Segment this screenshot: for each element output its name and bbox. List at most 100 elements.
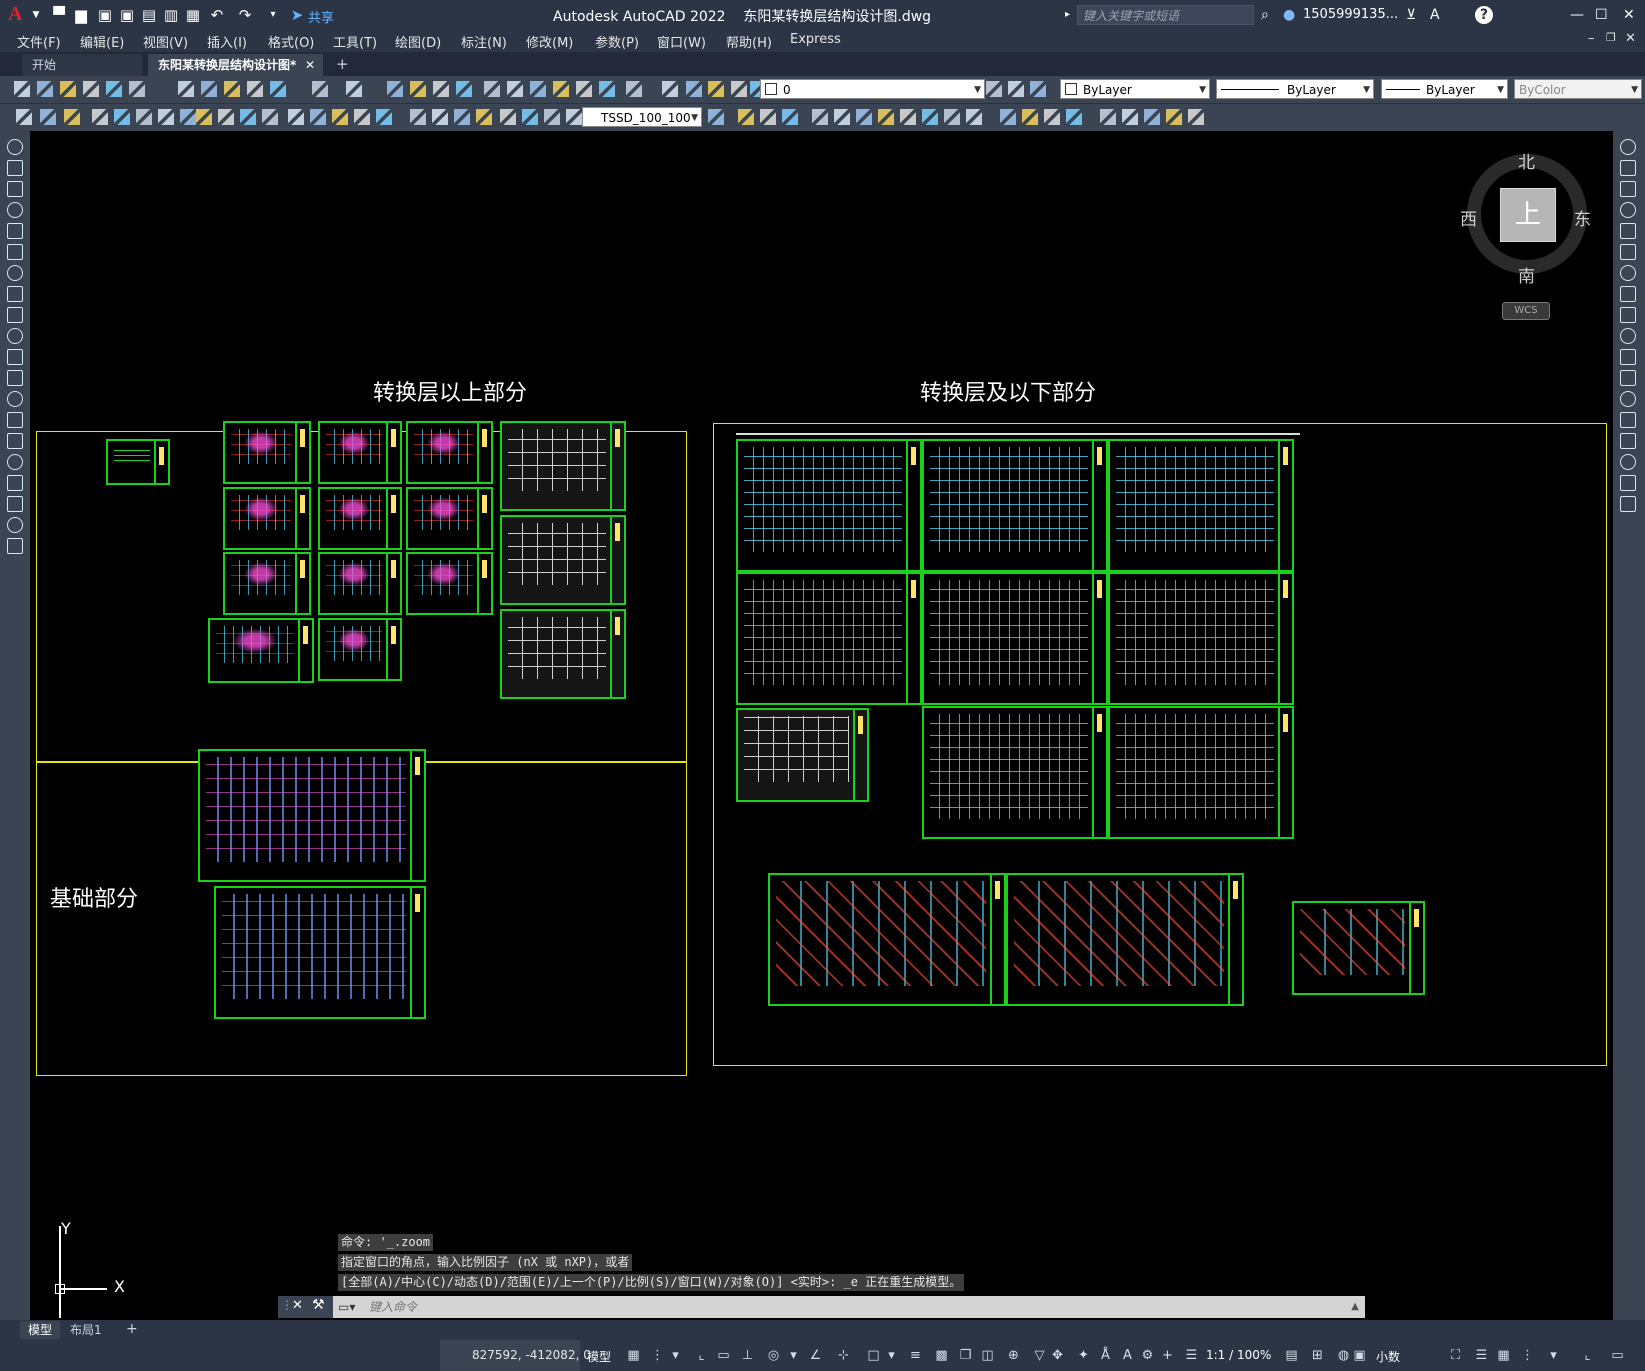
print-icon[interactable] [662, 81, 678, 97]
snap-icon[interactable]: ⋮ [1520, 1348, 1535, 1363]
save-icon[interactable]: ▣ [96, 5, 114, 25]
color-combo[interactable]: ByLayer ▼ [1060, 79, 1210, 99]
radius-icon[interactable] [922, 109, 938, 125]
selection-filter-icon[interactable]: ▽ [1032, 1348, 1047, 1363]
scale-icon[interactable] [1620, 286, 1636, 302]
snap-icon[interactable]: ⋮ [650, 1348, 665, 1363]
zoom-icon[interactable] [387, 81, 403, 97]
erase-icon[interactable] [1620, 496, 1636, 512]
autocad-logo-icon[interactable]: A [8, 3, 22, 26]
continue-icon[interactable] [196, 109, 212, 125]
ortho-icon[interactable]: ⊥ [740, 1348, 755, 1363]
offset-icon[interactable] [1620, 202, 1636, 218]
dim-edit-icon[interactable] [738, 109, 754, 125]
save-icon[interactable] [626, 81, 642, 97]
annotation-scale[interactable]: 1:1 / 100% [1206, 1348, 1271, 1362]
tab-close-icon[interactable]: ✕ [305, 54, 315, 76]
lineweight-combo[interactable]: ByLayer ▼ [1381, 79, 1508, 99]
paste-icon[interactable] [224, 81, 240, 97]
selection-cycling-icon[interactable]: ❐ [958, 1348, 973, 1363]
dynamic-input-icon[interactable]: ▭ [716, 1348, 731, 1363]
copy-object-icon[interactable] [1620, 160, 1636, 176]
menu-help[interactable]: 帮助(H) [726, 32, 772, 51]
copy-icon[interactable] [201, 81, 217, 97]
viewcube-south[interactable]: 南 [1518, 262, 1535, 287]
spline-icon[interactable] [7, 307, 23, 323]
polygon-icon[interactable] [7, 202, 23, 218]
units-selector[interactable]: 小数 [1376, 1348, 1400, 1365]
drawing-sheet[interactable] [406, 487, 493, 550]
snap-dropdown-icon[interactable]: ▾ [668, 1348, 683, 1363]
ellipse-arc-icon[interactable] [7, 349, 23, 365]
explode-icon[interactable] [1620, 475, 1636, 491]
pan-icon[interactable] [346, 81, 362, 97]
tab-layout1[interactable]: 布局1 [70, 1321, 102, 1339]
help-search-input[interactable]: 键入关键字或短语 [1077, 5, 1254, 25]
continue-icon[interactable] [544, 109, 560, 125]
drawing-sheet[interactable] [1108, 572, 1294, 705]
center-mark-icon[interactable] [708, 109, 724, 125]
redo-icon[interactable]: ↷ [236, 5, 254, 25]
hatch-icon[interactable] [7, 433, 23, 449]
mirror-icon[interactable] [1620, 181, 1636, 197]
search-icon[interactable]: ⌕ [1261, 5, 1269, 25]
block-icon[interactable] [310, 109, 326, 125]
undo-icon[interactable]: ↶ [208, 5, 226, 25]
revision-cloud-icon[interactable] [7, 286, 23, 302]
publish-icon[interactable]: ▤ [140, 5, 158, 25]
drawing-sheet[interactable] [318, 421, 402, 484]
quick-properties-icon[interactable]: ▤ [1284, 1348, 1299, 1363]
polar-dropdown-icon[interactable]: ▾ [786, 1348, 801, 1363]
drawing-sheet[interactable] [736, 572, 922, 705]
open-icon[interactable] [37, 81, 53, 97]
cursor-coordinates[interactable]: 827592, -412082, 0 [472, 1348, 591, 1362]
layer-tool-icon[interactable] [1166, 109, 1182, 125]
dim-update-icon[interactable] [760, 109, 776, 125]
line-icon[interactable] [7, 139, 23, 155]
search-expand-icon[interactable]: ▸ [1065, 5, 1070, 25]
drawing-sheet[interactable] [318, 552, 402, 615]
export-icon[interactable]: ▥ [162, 5, 180, 25]
block-icon[interactable] [782, 109, 798, 125]
open-icon[interactable] [599, 81, 615, 97]
new-tab-button[interactable]: + [336, 55, 349, 73]
chamfer-icon[interactable] [1620, 412, 1636, 428]
extend-icon[interactable] [1620, 349, 1636, 365]
dimstyle-combo[interactable]: TSSD_100_100 ▼ [582, 107, 702, 127]
arc-length-icon[interactable] [410, 109, 426, 125]
cut-icon[interactable] [178, 81, 194, 97]
publish-icon[interactable] [129, 81, 145, 97]
undo-icon[interactable] [270, 81, 286, 97]
make-block-icon[interactable] [7, 391, 23, 407]
menu-file[interactable]: 文件(F) [17, 32, 61, 51]
drawing-sheet[interactable] [223, 552, 311, 615]
drawing-sheet[interactable] [1006, 873, 1244, 1006]
3d-osnap-icon[interactable]: ◫ [980, 1348, 995, 1363]
ordinate-icon[interactable] [432, 109, 448, 125]
new-file-icon[interactable]: ▀ [50, 5, 68, 25]
menu-draw[interactable]: 绘图(D) [395, 32, 441, 51]
doc-minimize-icon[interactable]: – [1588, 31, 1595, 46]
drawing-sheet[interactable] [500, 421, 626, 511]
drawing-sheet[interactable] [214, 886, 426, 1019]
ordinate-icon[interactable] [92, 109, 108, 125]
drawing-sheet[interactable] [406, 552, 493, 615]
dim-edit-icon[interactable] [1100, 109, 1116, 125]
viewcube-top-face[interactable]: 上 [1500, 188, 1556, 242]
join-icon[interactable] [1620, 391, 1636, 407]
linetype-combo[interactable]: ByLayer ▼ [1216, 79, 1374, 99]
dynamic-input-icon[interactable]: ▭ [1610, 1348, 1625, 1363]
command-customize-icon[interactable]: ⚒ [312, 1297, 325, 1313]
move-icon[interactable] [1620, 244, 1636, 260]
command-input[interactable]: ▭▾ 键入命令 ▲ [333, 1296, 1365, 1318]
drawing-sheet[interactable] [768, 873, 1006, 1006]
menu-modify[interactable]: 修改(M) [526, 32, 573, 51]
ordinate-icon[interactable] [900, 109, 916, 125]
properties-icon[interactable] [410, 81, 426, 97]
gradient-icon[interactable] [7, 454, 23, 470]
continue-icon[interactable] [1022, 109, 1038, 125]
transparency-icon[interactable]: ▩ [934, 1348, 949, 1363]
infer-constraints-icon[interactable]: ⌞ [1580, 1348, 1595, 1363]
paste-icon[interactable] [986, 81, 1002, 97]
command-window-handle[interactable]: ⋮ ✕ ⚒ [278, 1296, 333, 1318]
